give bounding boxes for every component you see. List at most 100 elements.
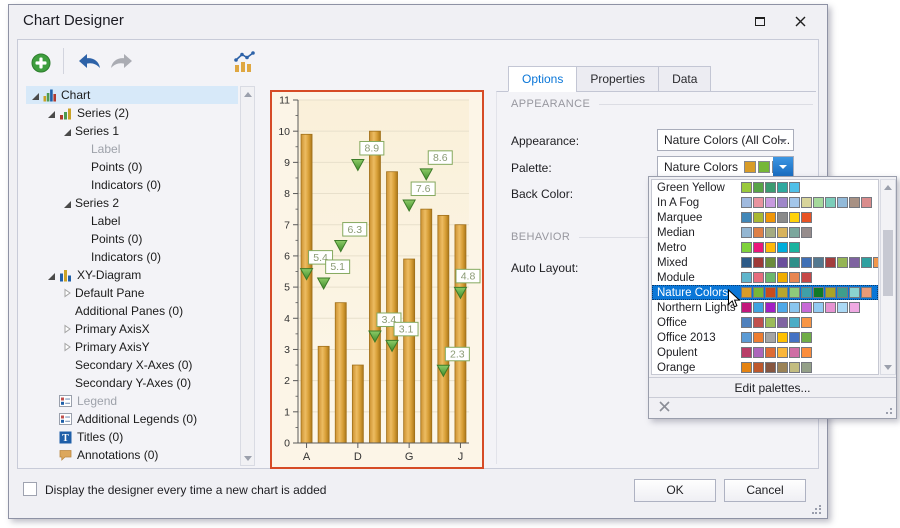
svg-text:2: 2: [284, 375, 290, 387]
tree-item-series-1[interactable]: Series 1: [26, 122, 238, 140]
tree-expander-spacer: [78, 162, 89, 172]
popup-resize-grip[interactable]: [883, 405, 893, 415]
dialog-resize-grip[interactable]: [812, 505, 822, 515]
palette-option-orange[interactable]: Orange: [652, 360, 878, 375]
tree-expander-icon[interactable]: [62, 288, 73, 298]
color-swatch: [849, 287, 860, 298]
palette-option-northern-lights[interactable]: Northern Lights: [652, 300, 878, 315]
tree-item-default-pane[interactable]: Default Pane: [26, 284, 238, 302]
edit-palettes-button[interactable]: Edit palettes...: [649, 377, 896, 398]
palette-option-median[interactable]: Median: [652, 225, 878, 240]
redo-button[interactable]: [110, 53, 133, 71]
palette-option-office[interactable]: Office: [652, 315, 878, 330]
color-swatch: [741, 272, 752, 283]
tree-item-annotations-0[interactable]: Annotations (0): [26, 446, 238, 464]
tree-item-label: Primary AxisY: [75, 340, 150, 354]
color-swatch: [765, 212, 776, 223]
tree-expander-icon[interactable]: [62, 126, 73, 136]
tree-item-secondary-x-axes-0[interactable]: Secondary X-Axes (0): [26, 356, 238, 374]
tree-item-indicators-0[interactable]: Indicators (0): [26, 248, 238, 266]
tree-item-label[interactable]: Label: [26, 212, 238, 230]
ok-button[interactable]: OK: [634, 479, 716, 502]
undo-button[interactable]: [78, 53, 101, 71]
scroll-up-icon[interactable]: [241, 87, 254, 101]
close-button[interactable]: [785, 5, 815, 37]
tree-expander-icon[interactable]: [62, 324, 73, 334]
tree-item-secondary-y-axes-0[interactable]: Secondary Y-Axes (0): [26, 374, 238, 392]
tree-item-label: Default Pane: [75, 286, 144, 300]
tab-options[interactable]: Options: [508, 66, 577, 92]
color-swatch: [789, 347, 800, 358]
chart-preview[interactable]: 01234567891011ADGJ5.45.16.38.93.43.17.68…: [270, 90, 484, 469]
tree-expander-icon[interactable]: [46, 108, 57, 118]
color-swatch: [861, 257, 872, 268]
svg-text:6.3: 6.3: [347, 224, 362, 236]
palette-option-metro[interactable]: Metro: [652, 240, 878, 255]
add-item-button[interactable]: [31, 53, 51, 73]
palette-option-in-a-fog[interactable]: In A Fog: [652, 195, 878, 210]
color-swatch: [801, 302, 812, 313]
palette-value: Nature Colors: [664, 160, 738, 174]
chart-icon: [43, 89, 58, 102]
palette-option-module[interactable]: Module: [652, 270, 878, 285]
tree-expander-icon[interactable]: [62, 342, 73, 352]
color-swatch: [777, 182, 788, 193]
tree-item-legend[interactable]: Legend: [26, 392, 238, 410]
palette-option-marquee[interactable]: Marquee: [652, 210, 878, 225]
tree-item-primary-axisx[interactable]: Primary AxisX: [26, 320, 238, 338]
chart-type-button[interactable]: [233, 50, 256, 73]
palette-dropdown-button[interactable]: [773, 157, 793, 177]
popup-close-button[interactable]: [659, 401, 673, 415]
color-swatch: [765, 257, 776, 268]
display-designer-checkbox[interactable]: [23, 482, 37, 496]
tree-item-series-2[interactable]: Series 2: [26, 194, 238, 212]
scroll-down-icon[interactable]: [241, 451, 254, 465]
appearance-combo[interactable]: Nature Colors (All Col...: [657, 129, 794, 151]
tree-expander-spacer: [78, 252, 89, 262]
tab-data[interactable]: Data: [658, 66, 711, 92]
tree-item-series-2[interactable]: Series (2): [26, 104, 238, 122]
palette-combo[interactable]: Nature Colors: [657, 156, 794, 178]
color-swatch: [753, 197, 764, 208]
tree-scrollbar[interactable]: [240, 86, 255, 466]
cancel-button[interactable]: Cancel: [724, 479, 806, 502]
svg-text:11: 11: [279, 95, 290, 107]
maximize-button[interactable]: [745, 5, 775, 37]
tree-item-titles-0[interactable]: TTitles (0): [26, 428, 238, 446]
palette-option-green-yellow[interactable]: Green Yellow: [652, 180, 878, 195]
titlebar[interactable]: Chart Designer: [9, 5, 827, 37]
scrollbar-thumb[interactable]: [883, 230, 893, 296]
tree-item-indicators-0[interactable]: Indicators (0): [26, 176, 238, 194]
tree-expander-icon[interactable]: [30, 90, 41, 100]
tree-expander-icon[interactable]: [62, 198, 73, 208]
palette-option-mixed[interactable]: Mixed: [652, 255, 878, 270]
popup-scrollbar[interactable]: [880, 179, 896, 375]
tree-item-additional-panes-0[interactable]: Additional Panes (0): [26, 302, 238, 320]
svg-text:10: 10: [278, 126, 290, 138]
color-swatch: [753, 242, 764, 253]
tree-expander-spacer: [78, 144, 89, 154]
screen: Chart Designer: [0, 0, 900, 528]
palette-option-label: Marquee: [652, 212, 741, 224]
scroll-up-icon[interactable]: [881, 180, 895, 194]
tree-item-points-0[interactable]: Points (0): [26, 158, 238, 176]
palette-option-office-2013[interactable]: Office 2013: [652, 330, 878, 345]
tree-item-additional-legends-0[interactable]: Additional Legends (0): [26, 410, 238, 428]
close-icon: [795, 16, 806, 27]
tab-properties[interactable]: Properties: [576, 66, 659, 92]
color-swatch: [777, 257, 788, 268]
svg-text:0: 0: [284, 438, 290, 450]
palette-option-label: In A Fog: [652, 197, 741, 209]
palette-option-nature-colors[interactable]: Nature Colors: [652, 285, 878, 300]
tree-expander-spacer: [78, 216, 89, 226]
tree-item-primary-axisy[interactable]: Primary AxisY: [26, 338, 238, 356]
tree-item-chart[interactable]: Chart: [26, 86, 238, 104]
scroll-down-icon[interactable]: [881, 360, 895, 374]
tree-item-xy-diagram[interactable]: XY-Diagram: [26, 266, 238, 284]
tree-item-label[interactable]: Label: [26, 140, 238, 158]
tree-expander-icon[interactable]: [46, 270, 57, 280]
color-swatch: [741, 227, 752, 238]
palette-option-opulent[interactable]: Opulent: [652, 345, 878, 360]
svg-text:1: 1: [284, 406, 290, 418]
tree-item-points-0[interactable]: Points (0): [26, 230, 238, 248]
